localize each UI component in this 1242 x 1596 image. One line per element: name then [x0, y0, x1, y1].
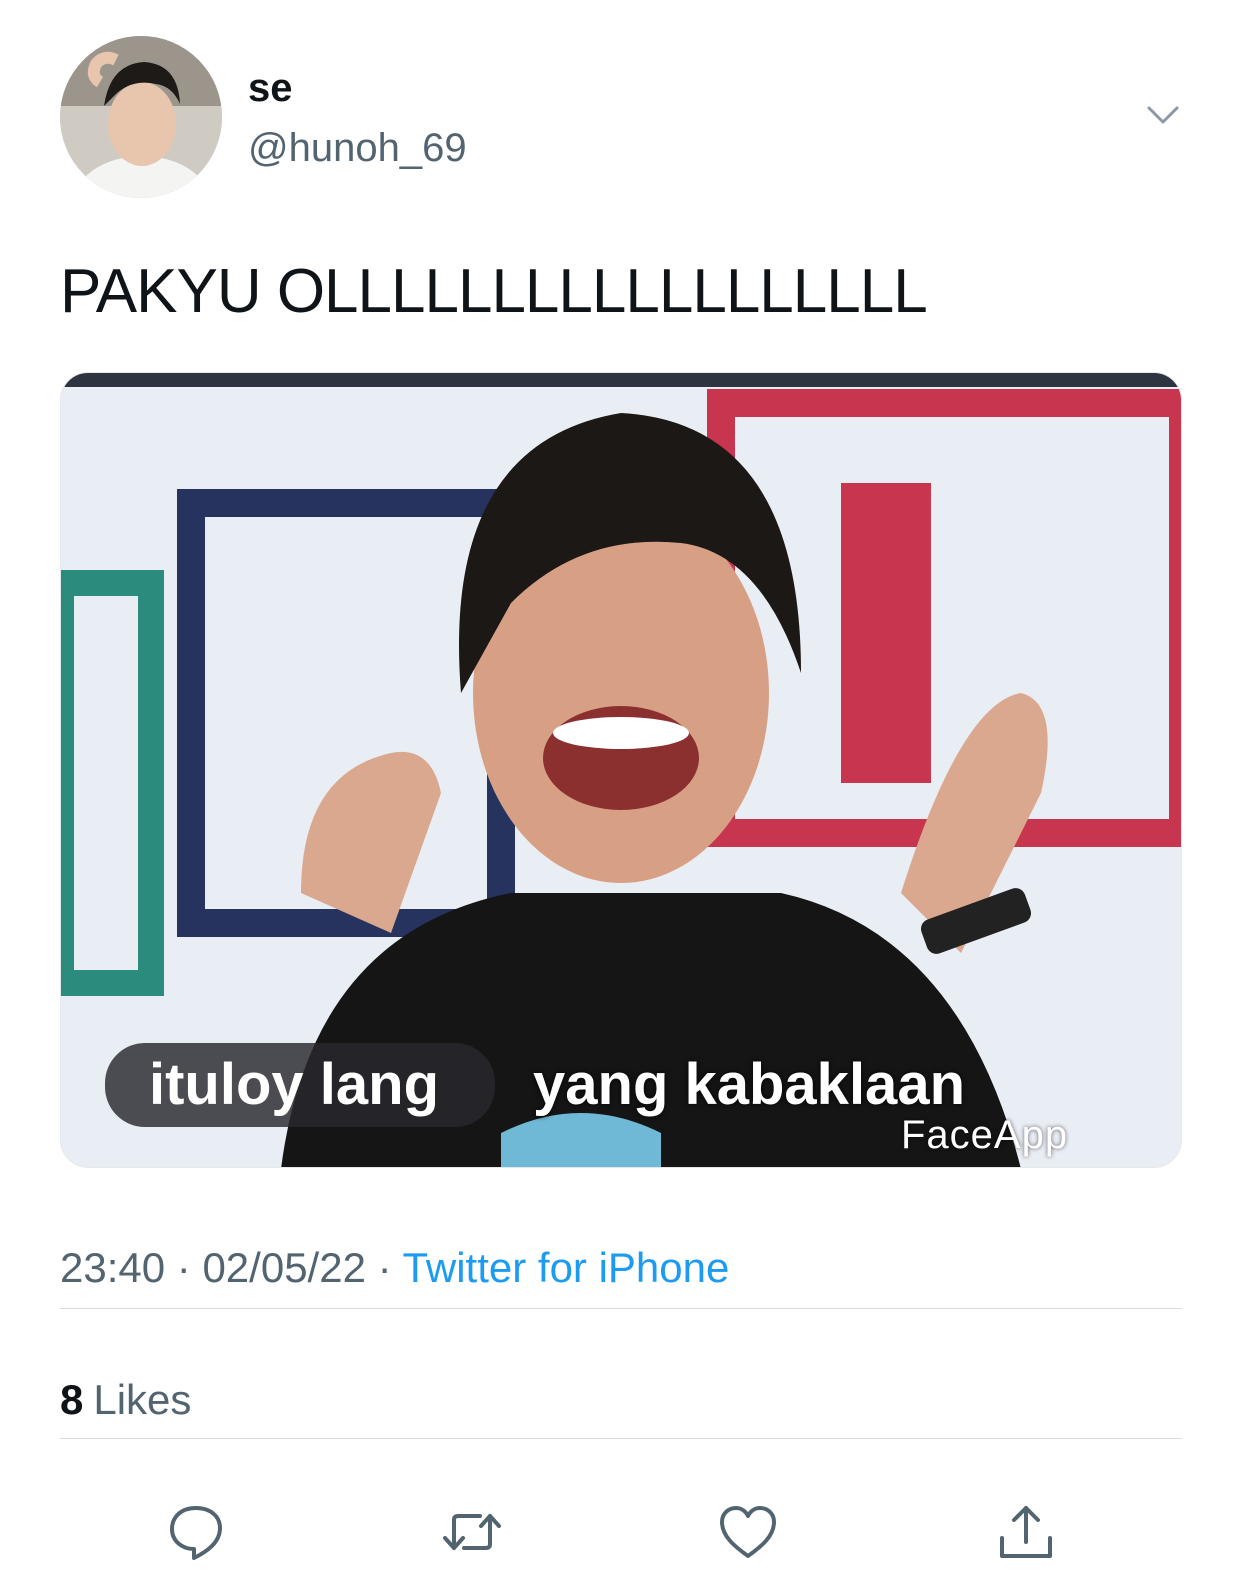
reply-icon[interactable] [164, 1500, 228, 1564]
meta-separator: · [176, 1244, 191, 1291]
tweet-meta: 23:40 · 02/05/22 · Twitter for iPhone [60, 1244, 729, 1292]
divider [60, 1308, 1182, 1309]
likes-label: Likes [93, 1376, 192, 1423]
meta-separator: · [377, 1244, 392, 1291]
user-handle[interactable]: @hunoh_69 [248, 126, 467, 171]
retweet-icon[interactable] [440, 1500, 504, 1564]
faceapp-watermark: FaceApp [901, 1113, 1069, 1157]
share-icon[interactable] [994, 1500, 1058, 1564]
tweet-source-link[interactable]: Twitter for iPhone [403, 1244, 730, 1291]
tweet-time: 23:40 [60, 1244, 166, 1291]
tweet-text: PAKYU OLLLLLLLLLLLLLLLLLL [60, 257, 928, 326]
chevron-down-icon[interactable] [1146, 104, 1180, 126]
tweet-date: 02/05/22 [202, 1244, 366, 1291]
heart-icon[interactable] [716, 1500, 780, 1564]
likes-stat[interactable]: 8 Likes [60, 1376, 191, 1424]
likes-count: 8 [60, 1376, 84, 1423]
tweet-media[interactable]: ituloy lang yang kabaklaan FaceApp [60, 372, 1182, 1168]
avatar-image [60, 36, 222, 198]
caption-left: ituloy lang [105, 1043, 495, 1127]
avatar[interactable] [60, 36, 222, 198]
display-name[interactable]: se [248, 66, 293, 111]
divider [60, 1438, 1182, 1439]
